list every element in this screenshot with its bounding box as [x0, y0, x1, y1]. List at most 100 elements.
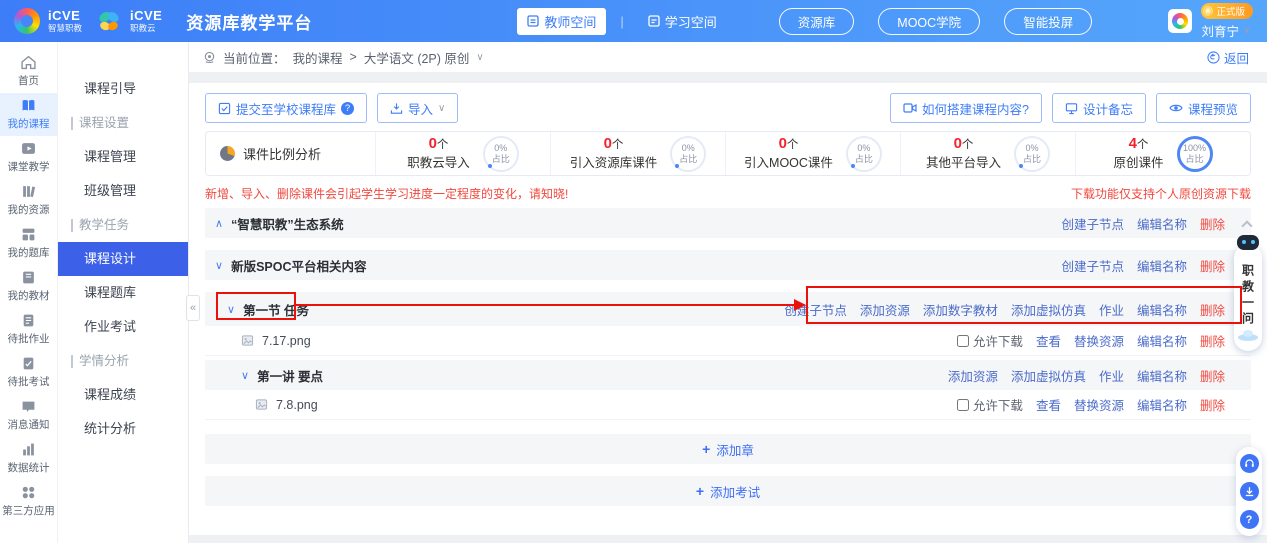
submit-to-school-library-button[interactable]: 提交至学校课程库 ?	[205, 93, 367, 123]
help-circle-icon[interactable]: ?	[341, 102, 354, 115]
rail-item-pending-homework[interactable]: 待批作业	[0, 308, 57, 351]
rail-item-home[interactable]: 首页	[0, 50, 57, 93]
download-icon	[1244, 486, 1255, 497]
mooc-academy-button[interactable]: MOOC学院	[878, 8, 980, 35]
design-memo-button[interactable]: 设计备忘	[1052, 93, 1146, 123]
menu-item-statistical-analysis[interactable]: 统计分析	[58, 412, 188, 446]
view-link[interactable]: 查看	[1036, 331, 1061, 350]
add-resource-link[interactable]: 添加资源	[948, 366, 998, 385]
gauge-pct-label: 占比	[855, 154, 873, 165]
menu-item-homework-exam[interactable]: 作业考试	[58, 310, 188, 344]
menu-item-course-guide[interactable]: 课程引导	[58, 72, 188, 106]
edit-name-link[interactable]: 编辑名称	[1137, 300, 1187, 319]
gauge-pct: 0%	[857, 143, 870, 154]
edit-name-link[interactable]: 编辑名称	[1137, 214, 1187, 233]
import-button[interactable]: 导入 ∨	[377, 93, 458, 123]
menu-item-course-management[interactable]: 课程管理	[58, 140, 188, 174]
delete-link[interactable]: 删除	[1200, 256, 1225, 275]
create-child-node-link[interactable]: 创建子节点	[1061, 256, 1124, 275]
rail-item-my-question-bank[interactable]: 我的题库	[0, 222, 57, 265]
gauge-pct-label: 占比	[679, 154, 697, 165]
breadcrumb-root[interactable]: 我的课程	[293, 48, 343, 67]
allow-download-input[interactable]	[957, 399, 969, 411]
create-child-node-link[interactable]: 创建子节点	[784, 300, 847, 319]
user-menu[interactable]: 刘育宁 ∨	[1201, 21, 1250, 40]
menu-item-course-question-bank[interactable]: 课程题库	[58, 276, 188, 310]
chevron-down-icon[interactable]: ∨	[227, 303, 235, 316]
edition-badge-label: 正式版	[1216, 4, 1245, 18]
how-to-build-content-button[interactable]: 如何搭建课程内容?	[890, 93, 1042, 123]
chapter-title: “智慧职教”生态系统	[231, 214, 344, 233]
menu-item-course-grades[interactable]: 课程成绩	[58, 378, 188, 412]
assistant-widget[interactable]: 职教一问	[1234, 244, 1262, 351]
rail-item-data-statistics[interactable]: 数据统计	[0, 437, 57, 480]
resource-library-button[interactable]: 资源库	[779, 8, 855, 35]
headset-icon	[1244, 458, 1255, 469]
edit-name-link[interactable]: 编辑名称	[1137, 395, 1187, 414]
view-link[interactable]: 查看	[1036, 395, 1061, 414]
rail-item-notifications[interactable]: 消息通知	[0, 394, 57, 437]
plus-icon: +	[696, 483, 704, 499]
app-chip-icon[interactable]	[1168, 9, 1192, 33]
download-button[interactable]	[1240, 482, 1259, 501]
create-child-node-link[interactable]: 创建子节点	[1061, 214, 1124, 233]
delete-link[interactable]: 删除	[1200, 366, 1225, 385]
rail-item-my-textbooks[interactable]: 我的教材	[0, 265, 57, 308]
rail-item-classroom-teaching[interactable]: 课堂教学	[0, 136, 57, 179]
edit-name-link[interactable]: 编辑名称	[1137, 366, 1187, 385]
delete-link[interactable]: 删除	[1200, 300, 1225, 319]
brand-icve-cloud: iCVE 职教云	[130, 9, 162, 33]
allow-download-input[interactable]	[957, 335, 969, 347]
edit-name-link[interactable]: 编辑名称	[1137, 331, 1187, 350]
teacher-space-tab[interactable]: 教师空间	[517, 8, 606, 35]
menu-item-class-management[interactable]: 班级管理	[58, 174, 188, 208]
rail-item-my-resources[interactable]: 我的资源	[0, 179, 57, 222]
add-chapter-button[interactable]: + 添加章	[205, 434, 1251, 464]
add-virtual-simulation-link[interactable]: 添加虚拟仿真	[1011, 300, 1086, 319]
rail-item-my-courses[interactable]: 我的课程	[0, 93, 57, 136]
customer-service-button[interactable]	[1240, 454, 1259, 473]
allow-download-checkbox[interactable]: 允许下载	[957, 395, 1023, 414]
toolbar-left: 提交至学校课程库 ? 导入 ∨	[205, 93, 458, 123]
delete-link[interactable]: 删除	[1200, 395, 1225, 414]
chevron-down-icon[interactable]: ∨	[476, 52, 483, 63]
homework-link[interactable]: 作业	[1099, 300, 1124, 319]
replace-resource-link[interactable]: 替换资源	[1074, 331, 1124, 350]
learn-space-tab[interactable]: 学习空间	[638, 8, 727, 35]
stats-legend: 课件比例分析	[206, 132, 376, 175]
chevron-down-icon[interactable]: ∨	[215, 259, 223, 272]
add-exam-label: 添加考试	[710, 482, 760, 501]
rail-label: 我的教材	[8, 288, 50, 303]
courseware-stats-bar: 课件比例分析 0个职教云导入 0%占比 0个引入资源库课件 0%占比 0个引入M…	[205, 131, 1251, 176]
back-button[interactable]: 返回	[1207, 48, 1249, 67]
add-resource-link[interactable]: 添加资源	[860, 300, 910, 319]
homework-link[interactable]: 作业	[1099, 366, 1124, 385]
icon-rail: 首页 我的课程 课堂教学 我的资源 我的题库 我的教材 待批作业 待批考试	[0, 42, 58, 543]
help-button[interactable]: ?	[1240, 510, 1259, 529]
chevron-down-icon[interactable]: ∨	[241, 369, 249, 382]
sidebar-collapse-handle[interactable]: «	[186, 295, 200, 321]
add-exam-button[interactable]: + 添加考试	[205, 476, 1251, 506]
main-content: 当前位置： 我的课程 > 大学语文 (2P) 原创 ∨ 返回 提交至学校课程库 …	[189, 42, 1267, 543]
delete-link[interactable]: 删除	[1200, 331, 1225, 350]
course-preview-button[interactable]: 课程预览	[1156, 93, 1251, 123]
menu-item-course-design[interactable]: 课程设计	[58, 242, 188, 276]
replace-resource-link[interactable]: 替换资源	[1074, 395, 1124, 414]
add-chapter-label: 添加章	[716, 440, 754, 459]
edit-name-link[interactable]: 编辑名称	[1137, 256, 1187, 275]
space-divider: |	[620, 14, 623, 29]
smart-screencast-button[interactable]: 智能投屏	[1004, 8, 1092, 35]
rail-item-third-party-apps[interactable]: 第三方应用	[0, 480, 57, 523]
add-digital-textbook-link[interactable]: 添加数字教材	[923, 300, 998, 319]
app-chip-logo-icon	[1172, 13, 1188, 29]
rail-item-pending-exams[interactable]: 待批考试	[0, 351, 57, 394]
stat-unit: 个	[437, 139, 449, 151]
stat-unit: 个	[962, 139, 974, 151]
chevron-up-icon[interactable]: ∧	[215, 217, 223, 230]
plus-icon: +	[702, 441, 710, 457]
delete-link[interactable]: 删除	[1200, 214, 1225, 233]
allow-download-checkbox[interactable]: 允许下载	[957, 331, 1023, 350]
stat-original-courseware: 4个原创课件 100%占比	[1075, 132, 1250, 175]
add-virtual-simulation-link[interactable]: 添加虚拟仿真	[1011, 366, 1086, 385]
homework-icon	[21, 313, 36, 328]
